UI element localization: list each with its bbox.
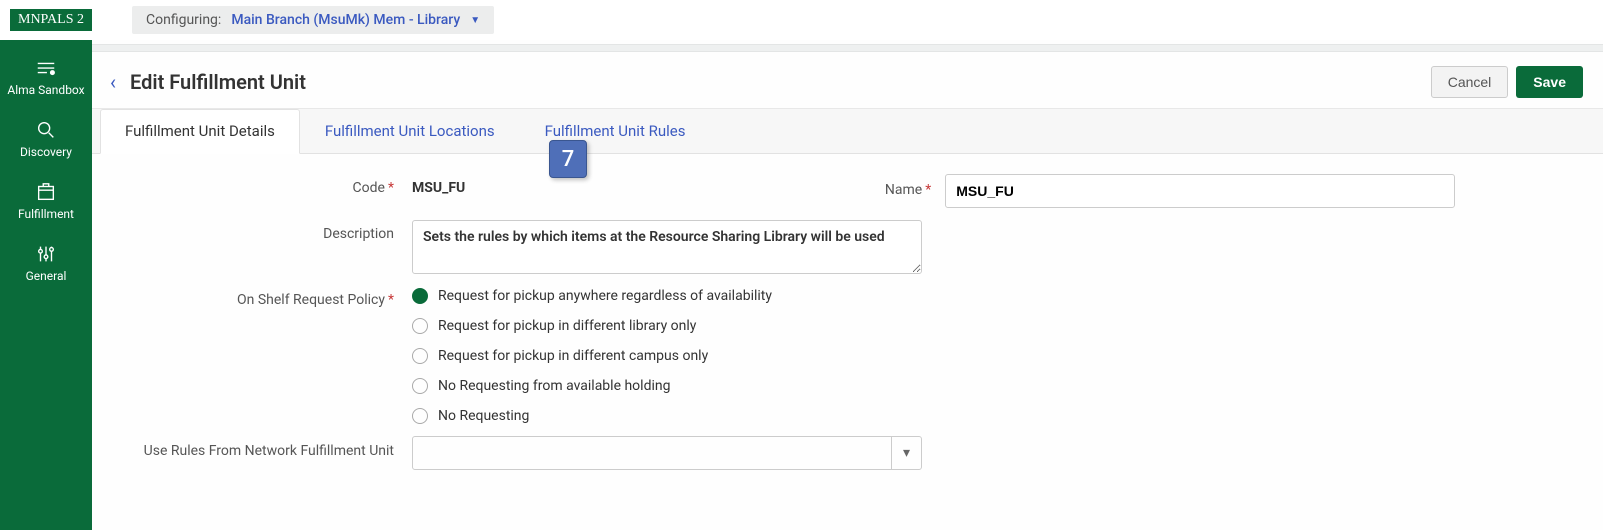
main-content: ‹ Edit Fulfillment Unit Cancel Save 7 Fu… (92, 40, 1603, 530)
back-chevron-icon[interactable]: ‹ (110, 70, 116, 94)
required-asterisk: * (388, 292, 394, 308)
name-label-wrap: Name* (825, 174, 945, 198)
sidebar-item-general[interactable]: General (0, 232, 92, 294)
radio-icon (412, 378, 428, 394)
name-label: Name (885, 182, 922, 198)
name-input[interactable] (945, 174, 1455, 208)
page-header: ‹ Edit Fulfillment Unit Cancel Save (92, 52, 1603, 108)
sandbox-icon (35, 57, 57, 79)
policy-option-label: Request for pickup in different campus o… (438, 348, 708, 364)
required-asterisk: * (925, 182, 931, 198)
gray-strip (92, 44, 1603, 52)
policy-option-2[interactable]: Request for pickup in different campus o… (412, 348, 772, 364)
policy-option-label: No Requesting from available holding (438, 378, 670, 394)
callout-badge: 7 (549, 140, 587, 178)
policy-label-wrap: On Shelf Request Policy* (102, 286, 412, 308)
configuring-dropdown[interactable]: Configuring: Main Branch (MsuMk) Mem - L… (132, 6, 494, 34)
sidebar: Alma Sandbox Discovery Fulfillment Gener… (0, 40, 92, 530)
description-label: Description (102, 220, 412, 242)
policy-radio-group: Request for pickup anywhere regardless o… (412, 286, 772, 424)
sidebar-item-label: Alma Sandbox (7, 83, 84, 97)
tab-label: Fulfillment Unit Details (125, 122, 275, 140)
radio-icon (412, 318, 428, 334)
radio-icon (412, 288, 428, 304)
sidebar-item-discovery[interactable]: Discovery (0, 108, 92, 170)
network-rules-label: Use Rules From Network Fulfillment Unit (102, 436, 412, 460)
general-icon (35, 243, 57, 265)
sidebar-item-label: General (26, 269, 67, 283)
page-title: Edit Fulfillment Unit (130, 70, 1431, 94)
fulfillment-icon (35, 181, 57, 203)
policy-option-1[interactable]: Request for pickup in different library … (412, 318, 772, 334)
network-rules-select[interactable]: ▾ (412, 436, 922, 470)
code-label: Code (353, 180, 385, 196)
policy-option-4[interactable]: No Requesting (412, 408, 772, 424)
policy-option-label: Request for pickup anywhere regardless o… (438, 288, 772, 304)
tab-fulfillment-unit-locations[interactable]: Fulfillment Unit Locations (300, 109, 520, 153)
tab-label: Fulfillment Unit Locations (325, 122, 495, 140)
policy-option-label: Request for pickup in different library … (438, 318, 696, 334)
tab-label: Fulfillment Unit Rules (545, 122, 686, 140)
tabs-row: Fulfillment Unit Details Fulfillment Uni… (92, 108, 1603, 154)
discovery-icon (35, 119, 57, 141)
network-rules-value (413, 437, 891, 469)
policy-option-label: No Requesting (438, 408, 529, 424)
logo-text: MNPALS 2 (18, 12, 84, 27)
sidebar-item-label: Discovery (20, 145, 72, 159)
tab-fulfillment-unit-details[interactable]: Fulfillment Unit Details (100, 109, 300, 154)
radio-icon (412, 408, 428, 424)
caret-down-icon: ▾ (903, 445, 910, 461)
code-value: MSU_FU (412, 174, 465, 196)
save-button[interactable]: Save (1516, 66, 1583, 98)
radio-icon (412, 348, 428, 364)
caret-down-icon: ▼ (470, 15, 480, 26)
cancel-button[interactable]: Cancel (1431, 66, 1509, 98)
header-actions: Cancel Save (1431, 66, 1583, 98)
logo: MNPALS 2 (10, 9, 92, 31)
dropdown-toggle[interactable]: ▾ (891, 437, 921, 469)
topbar: MNPALS 2 Configuring: Main Branch (MsuMk… (0, 0, 1603, 40)
policy-option-3[interactable]: No Requesting from available holding (412, 378, 772, 394)
configuring-label: Configuring: (146, 12, 221, 28)
sidebar-item-fulfillment[interactable]: Fulfillment (0, 170, 92, 232)
policy-label: On Shelf Request Policy (237, 292, 385, 308)
code-label-wrap: Code* (102, 174, 412, 196)
description-textarea[interactable] (412, 220, 922, 274)
callout-number: 7 (562, 147, 575, 172)
sidebar-item-label: Fulfillment (18, 207, 74, 221)
configuring-value[interactable]: Main Branch (MsuMk) Mem - Library (231, 12, 460, 28)
form-body: Code* MSU_FU Name* Description On Shelf … (92, 154, 1603, 502)
policy-option-0[interactable]: Request for pickup anywhere regardless o… (412, 288, 772, 304)
sidebar-item-alma-sandbox[interactable]: Alma Sandbox (0, 46, 92, 108)
required-asterisk: * (388, 180, 394, 196)
